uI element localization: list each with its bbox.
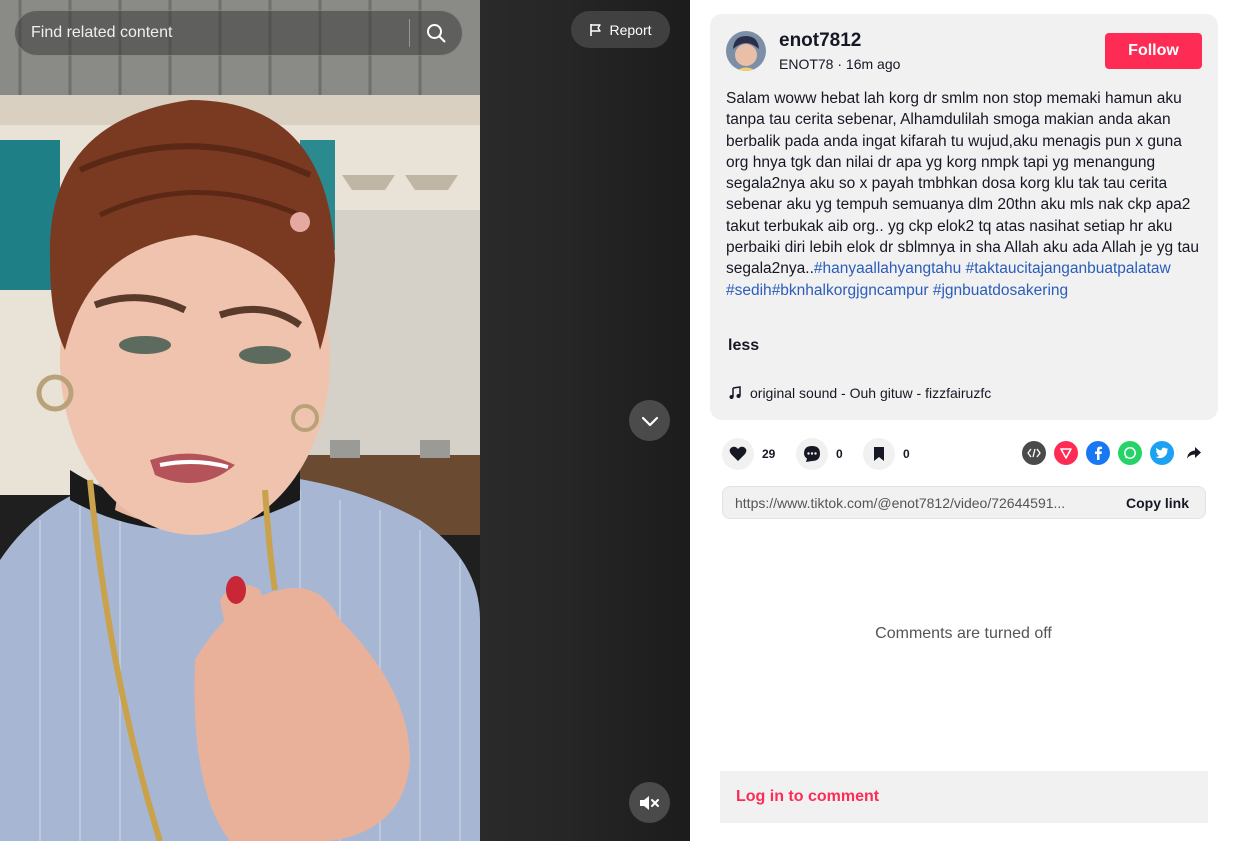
description-card: enot7812 ENOT78 · 16m ago Follow Salam w… [710, 14, 1218, 420]
share-icons [1022, 441, 1206, 465]
video-frame[interactable] [0, 0, 480, 841]
author-row: enot7812 ENOT78 · 16m ago Follow [726, 30, 1202, 78]
flag-icon [590, 23, 602, 36]
comment-action: 0 [796, 437, 843, 471]
like-count: 29 [762, 447, 776, 461]
twitter-icon[interactable] [1150, 441, 1174, 465]
copy-link-button[interactable]: Copy link [1110, 495, 1205, 511]
hashtag-link[interactable]: #sedih [726, 282, 772, 299]
video-frame-image [0, 0, 480, 841]
save-count: 0 [903, 447, 910, 461]
comment-button[interactable] [796, 438, 828, 470]
report-button[interactable]: Report [571, 11, 670, 48]
volume-muted-icon [639, 795, 659, 810]
copy-link-field[interactable]: https://www.tiktok.com/@enot7812/video/7… [722, 486, 1206, 519]
avatar-image [726, 31, 766, 71]
music-link[interactable]: original sound - Ouh gituw - fizzfairuzf… [728, 385, 991, 401]
whatsapp-icon[interactable] [1118, 441, 1142, 465]
like-button[interactable] [722, 438, 754, 470]
music-note-icon [729, 386, 741, 399]
less-button[interactable]: less [728, 337, 759, 355]
follow-button[interactable]: Follow [1105, 33, 1202, 69]
video-details-panel: enot7812 ENOT78 · 16m ago Follow Salam w… [690, 0, 1237, 841]
hashtag-link[interactable]: #jgnbuatdosakering [933, 282, 1068, 299]
search-bar[interactable] [14, 10, 463, 56]
like-action: 29 [722, 437, 775, 471]
hashtag-link[interactable]: #bknhalkorgjgncampur [772, 282, 929, 299]
video-player[interactable]: Report [0, 0, 690, 841]
search-icon [427, 24, 446, 43]
facebook-icon[interactable] [1086, 441, 1110, 465]
hashtag-link[interactable]: #hanyaallahyangtahu [814, 260, 961, 277]
login-comment-bar: Log in to comment [720, 771, 1208, 823]
hashtag-link[interactable]: #taktaucitajanganbuatpalataw [966, 260, 1171, 277]
mute-button[interactable] [629, 782, 670, 823]
login-to-comment-link[interactable]: Log in to comment [736, 788, 879, 806]
search-input[interactable] [15, 11, 409, 55]
comment-count: 0 [836, 447, 843, 461]
author-username[interactable]: enot7812 [779, 30, 861, 52]
actions-row: 29 0 0 [722, 437, 1206, 471]
video-url[interactable]: https://www.tiktok.com/@enot7812/video/7… [723, 495, 1110, 511]
post-time: 16m ago [845, 56, 901, 72]
avatar[interactable] [726, 31, 766, 71]
share-arrow-icon[interactable] [1182, 441, 1206, 465]
description-text: Salam woww hebat lah korg dr smlm non st… [726, 90, 1200, 278]
author-nickname: ENOT78 [779, 56, 834, 72]
save-action: 0 [863, 437, 910, 471]
embed-icon[interactable] [1022, 441, 1046, 465]
send-to-friends-icon[interactable] [1054, 441, 1078, 465]
music-label: original sound - Ouh gituw - fizzfairuzf… [750, 385, 992, 401]
heart-icon [729, 446, 747, 461]
comment-icon [804, 446, 820, 462]
search-button[interactable] [410, 11, 462, 55]
report-label: Report [609, 21, 652, 38]
save-button[interactable] [863, 438, 895, 470]
chevron-down-icon [641, 416, 658, 426]
bookmark-icon [874, 447, 884, 461]
meta-separator: · [833, 56, 846, 72]
comments-off-message: Comments are turned off [875, 625, 1052, 642]
video-description: Salam woww hebat lah korg dr smlm non st… [726, 88, 1204, 301]
author-meta: ENOT78 · 16m ago [779, 56, 900, 72]
next-video-button[interactable] [629, 400, 670, 441]
